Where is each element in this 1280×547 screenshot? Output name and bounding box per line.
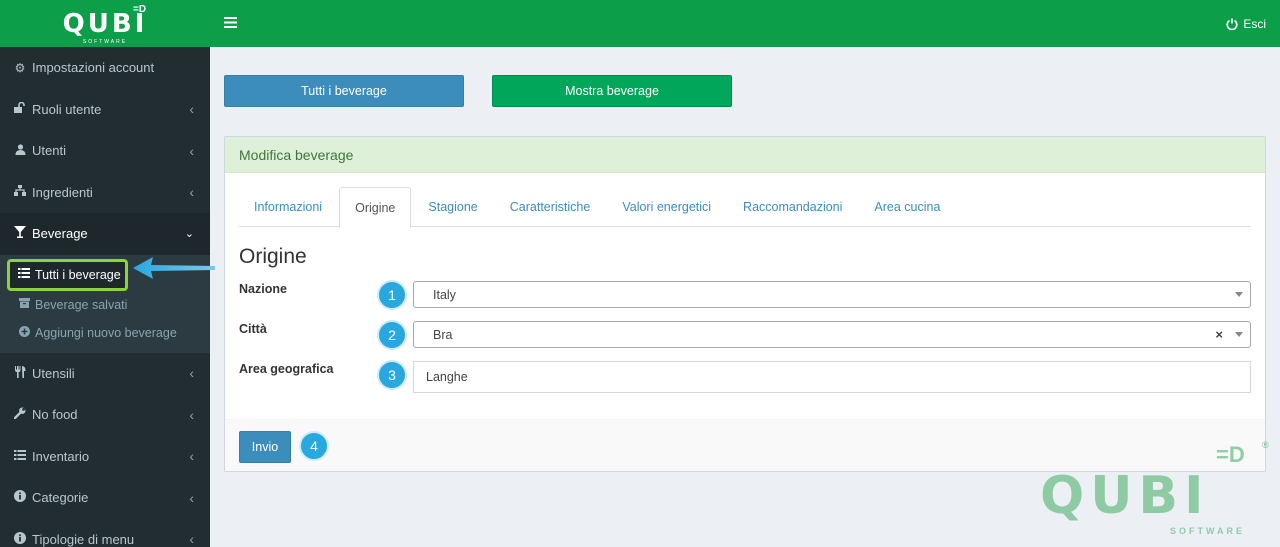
callout-arrow-icon [133, 257, 215, 279]
citta-label: Città [239, 322, 267, 336]
show-beverage-button[interactable]: Mostra beverage [492, 75, 732, 107]
tab-caratteristiche[interactable]: Caratteristiche [495, 187, 606, 227]
area-geografica-input[interactable]: Langhe [413, 361, 1251, 393]
sidebar-subitem-beverage-salvati[interactable]: Beverage salvati [0, 291, 210, 319]
gear-icon: ⚙ [14, 60, 26, 75]
nazione-label: Nazione [239, 282, 287, 296]
watermark-name: QUBI [1040, 466, 1210, 526]
sidebar-subitem-tutti-i-beverage[interactable]: Tutti i beverage [7, 258, 128, 291]
step-badge-4: 4 [299, 431, 329, 461]
sidebar-item-categorie[interactable]: Categorie ‹ [0, 477, 210, 519]
sidebar-item-utenti[interactable]: Utenti ‹ [0, 130, 210, 172]
chevron-left-icon: ‹ [189, 365, 194, 382]
tab-valori-energetici[interactable]: Valori energetici [607, 187, 726, 227]
wrench-icon [13, 407, 26, 422]
power-icon [1226, 18, 1238, 30]
info-icon [14, 490, 26, 505]
citta-select[interactable]: Bra × [413, 321, 1251, 348]
tab-stagione[interactable]: Stagione [413, 187, 492, 227]
watermark-sub: SOFTWARE [1170, 526, 1245, 536]
all-beverage-button[interactable]: Tutti i beverage [224, 75, 464, 107]
sidebar-subitem-label: Tutti i beverage [35, 267, 121, 282]
sidebar-item-inventario[interactable]: Inventario ‹ [0, 436, 210, 478]
form-row-citta: Città 2 Bra × [239, 320, 1251, 352]
sidebar-item-ingredienti[interactable]: Ingredienti ‹ [0, 172, 210, 214]
hamburger-menu-icon[interactable] [224, 15, 237, 33]
section-title: Origine [239, 245, 307, 268]
step-badge-3: 3 [377, 360, 407, 390]
sitemap-icon [14, 185, 26, 199]
sidebar-item-label: Impostazioni account [32, 60, 155, 76]
archive-icon [18, 298, 30, 311]
step-badge-1: 1 [377, 280, 407, 310]
sidebar-item-utensili[interactable]: Utensili ‹ [0, 353, 210, 395]
unlock-icon [14, 101, 26, 116]
edit-beverage-panel: Modifica beverage Informazioni Origine S… [224, 136, 1266, 472]
logout-button[interactable]: Esci [1226, 17, 1266, 31]
list-icon [18, 268, 30, 281]
clear-icon[interactable]: × [1215, 327, 1223, 342]
top-navbar: Esci [210, 0, 1280, 47]
chevron-left-icon: ‹ [189, 406, 194, 423]
sidebar-menu-bottom: Utensili ‹ No food ‹ Inventario ‹ Catego… [0, 353, 210, 547]
submit-button[interactable]: Invio [239, 431, 291, 463]
sidebar-item-ruoli-utente[interactable]: Ruoli utente ‹ [0, 89, 210, 131]
form-row-area-geografica: Area geografica 3 Langhe [239, 360, 1251, 393]
cutlery-icon [14, 365, 26, 381]
chevron-down-icon: ⌄ [184, 228, 194, 241]
brand-mark-icon: =D [133, 4, 147, 15]
sidebar-item-beverage[interactable]: Beverage ⌄ [0, 213, 210, 255]
tab-raccomandazioni[interactable]: Raccomandazioni [728, 187, 857, 227]
chevron-left-icon: ‹ [189, 142, 194, 159]
logout-label: Esci [1243, 16, 1266, 31]
sidebar-item-label: Utenti [32, 143, 66, 159]
tab-origine[interactable]: Origine [339, 187, 412, 228]
sidebar-subitem-aggiungi-nuovo-beverage[interactable]: Aggiungi nuovo beverage [0, 319, 210, 347]
nazione-select-value: Italy [433, 287, 456, 302]
plus-circle-icon [18, 325, 30, 340]
nazione-select[interactable]: Italy [413, 281, 1251, 308]
caret-down-icon [1235, 332, 1243, 337]
panel-title: Modifica beverage [225, 137, 1265, 173]
registered-mark: ® [1262, 440, 1269, 450]
sidebar-item-label: Utensili [32, 365, 75, 381]
step-badge-2: 2 [377, 320, 407, 350]
chevron-left-icon: ‹ [189, 184, 194, 201]
qubi-watermark-logo: =D ® QUBI SOFTWARE [1040, 438, 1275, 543]
chevron-left-icon: ‹ [189, 101, 194, 118]
sidebar-item-label: Inventario [32, 448, 90, 464]
tab-informazioni[interactable]: Informazioni [239, 187, 337, 227]
sidebar-item-no-food[interactable]: No food ‹ [0, 394, 210, 436]
glass-icon [14, 226, 26, 241]
sidebar-item-label: Tipologie di menu [32, 531, 135, 547]
list-icon [14, 449, 26, 463]
chevron-left-icon: ‹ [189, 448, 194, 465]
brand-logo[interactable]: QUBI =D SOFTWARE [0, 0, 210, 47]
watermark-mark-icon: =D [1216, 442, 1245, 467]
sidebar-item-label: Categorie [32, 490, 89, 506]
sidebar-item-tipologie-di-menu[interactable]: Tipologie di menu ‹ [0, 519, 210, 547]
tab-area-cucina[interactable]: Area cucina [859, 187, 955, 227]
chevron-left-icon: ‹ [189, 489, 194, 506]
sidebar-item-label: Ingredienti [32, 184, 93, 200]
brand-sub: SOFTWARE [82, 39, 128, 45]
sidebar-item-label: Beverage [32, 226, 88, 242]
area-geografica-label: Area geografica [239, 362, 334, 376]
caret-down-icon [1235, 292, 1243, 297]
form-row-nazione: Nazione 1 Italy [239, 280, 1251, 312]
user-icon [14, 144, 26, 158]
chevron-left-icon: ‹ [189, 531, 194, 547]
citta-select-value: Bra [433, 327, 453, 342]
sidebar-menu: ⚙ Impostazioni account Ruoli utente ‹ Ut… [0, 47, 210, 255]
sidebar-subitem-label: Beverage salvati [35, 297, 128, 312]
sidebar-item-label: No food [32, 407, 78, 423]
sidebar-item-label: Ruoli utente [32, 101, 102, 117]
sidebar-item-impostazioni-account[interactable]: ⚙ Impostazioni account [0, 47, 210, 89]
sidebar-subitem-label: Aggiungi nuovo beverage [35, 325, 177, 340]
info-icon [14, 531, 26, 547]
tab-bar: Informazioni Origine Stagione Caratteris… [239, 187, 1251, 228]
